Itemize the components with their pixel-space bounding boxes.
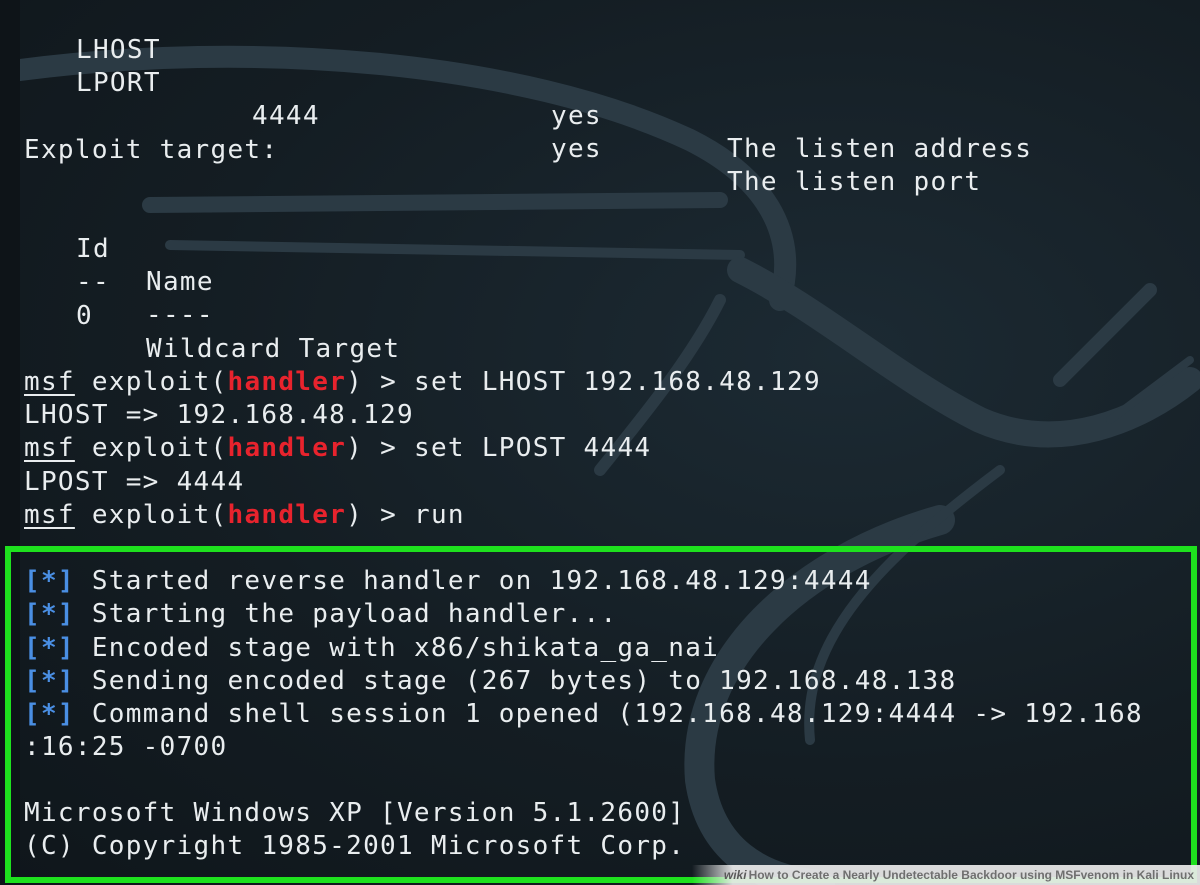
option-required: yes bbox=[551, 101, 602, 131]
prompt-line: msf exploit(handler) > set LHOST 192.168… bbox=[24, 366, 821, 399]
prompt-module: handler bbox=[227, 433, 347, 463]
watermark-title: How to Create a Nearly Undetectable Back… bbox=[748, 868, 1194, 882]
prompt-exploit: exploit( bbox=[91, 433, 228, 463]
msf-prompt: msf bbox=[24, 500, 75, 530]
target-name: Wildcard Target bbox=[146, 334, 401, 364]
command-output: LPOST => 4444 bbox=[24, 467, 245, 497]
target-table-separator: -- ---- bbox=[24, 233, 213, 330]
prompt-exploit: exploit( bbox=[91, 367, 228, 397]
option-description: The listen address bbox=[727, 134, 1033, 164]
prompt-close: ) > bbox=[346, 500, 398, 530]
msf-prompt: msf bbox=[24, 433, 75, 463]
watermark-logo: wiki bbox=[723, 868, 747, 882]
prompt-line: msf exploit(handler) > set LPOST 4444 bbox=[24, 432, 651, 465]
prompt-exploit: exploit( bbox=[91, 500, 228, 530]
green-highlight-box bbox=[5, 546, 1197, 883]
prompt-module: handler bbox=[227, 367, 347, 397]
prompt-close: ) > bbox=[346, 367, 398, 397]
prompt-line: msf exploit(handler) > run bbox=[24, 499, 465, 532]
col-name-header: Name bbox=[146, 267, 214, 297]
terminal-window[interactable]: LHOST yes The listen address LPORT 4444 … bbox=[0, 0, 1200, 885]
command-text: run bbox=[414, 500, 465, 530]
option-description: The listen port bbox=[727, 167, 982, 197]
option-required: yes bbox=[551, 134, 602, 164]
prompt-close: ) > bbox=[346, 433, 398, 463]
option-row: LPORT 4444 yes The listen port bbox=[24, 34, 980, 197]
col-name-separator: ---- bbox=[146, 300, 214, 330]
command-output: LHOST => 192.168.48.129 bbox=[24, 400, 414, 430]
command-text: set LPOST 4444 bbox=[414, 433, 652, 463]
command-text: set LHOST 192.168.48.129 bbox=[414, 367, 821, 397]
exploit-target-heading: Exploit target: bbox=[24, 135, 279, 165]
option-row: LHOST yes The listen address bbox=[24, 1, 1031, 164]
target-table-header: Id Name bbox=[24, 200, 213, 297]
target-id: 0 bbox=[76, 301, 93, 331]
target-table-row: 0 Wildcard Target bbox=[24, 267, 399, 364]
option-name: LPORT bbox=[76, 68, 161, 98]
msf-prompt: msf bbox=[24, 367, 75, 397]
prompt-module: handler bbox=[227, 500, 347, 530]
option-setting: 4444 bbox=[252, 101, 320, 131]
wikihow-watermark: wiki How to Create a Nearly Undetectable … bbox=[691, 865, 1200, 885]
